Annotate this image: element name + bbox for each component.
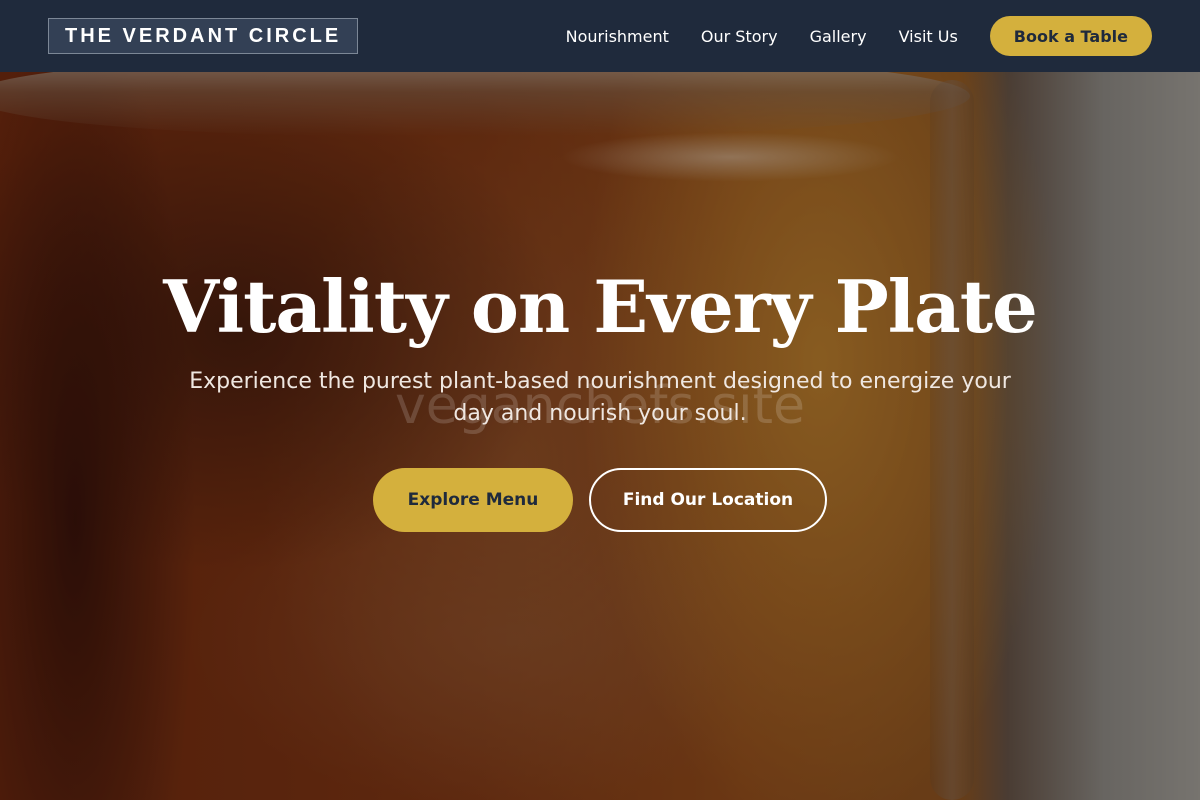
nav-link-our-story[interactable]: Our Story bbox=[701, 27, 778, 46]
nav-link-visit-us[interactable]: Visit Us bbox=[899, 27, 958, 46]
find-location-button[interactable]: Find Our Location bbox=[589, 468, 827, 532]
site-header: THE VERDANT CIRCLE Nourishment Our Story… bbox=[0, 0, 1200, 72]
nav-link-gallery[interactable]: Gallery bbox=[810, 27, 867, 46]
nav-link-nourishment[interactable]: Nourishment bbox=[566, 27, 669, 46]
book-table-button[interactable]: Book a Table bbox=[989, 16, 1152, 56]
main-nav: Nourishment Our Story Gallery Visit Us bbox=[534, 27, 958, 46]
explore-menu-button[interactable]: Explore Menu bbox=[373, 468, 573, 532]
hero-title: Vitality on Every Plate bbox=[163, 264, 1038, 349]
hero-buttons: Explore Menu Find Our Location bbox=[0, 468, 1200, 532]
page: veganchefs.site Vitality on Every Plate … bbox=[0, 0, 1200, 800]
brand-logo[interactable]: THE VERDANT CIRCLE bbox=[48, 18, 359, 54]
hero-subtitle: Experience the purest plant-based nouris… bbox=[189, 369, 1011, 426]
hero-content: Vitality on Every Plate Experience the p… bbox=[0, 262, 1200, 430]
